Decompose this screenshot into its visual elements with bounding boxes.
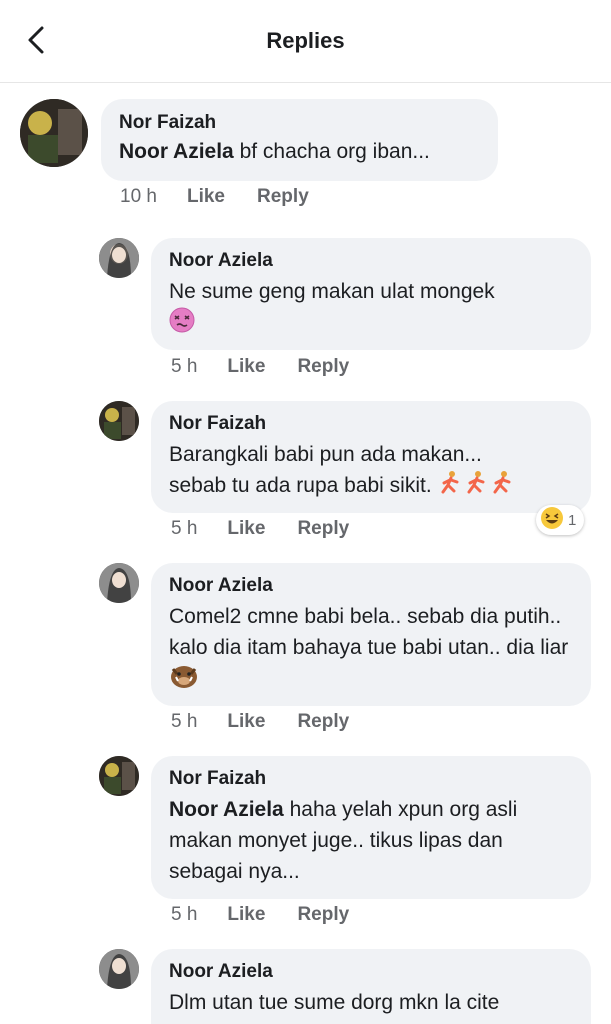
timestamp: 5 h <box>171 356 198 377</box>
like-button[interactable]: Like <box>227 904 265 926</box>
comment-meta: 5 h Like Reply <box>171 356 381 378</box>
reaction-badge[interactable]: 1 <box>536 505 585 535</box>
comment-author[interactable]: Noor Aziela <box>169 250 573 272</box>
comment-bubble: Noor Aziela Ne sume geng makan ulat mong… <box>151 238 591 350</box>
comment-meta: 5 h Like Reply <box>171 904 381 926</box>
like-button[interactable]: Like <box>227 518 265 540</box>
like-button[interactable]: Like <box>227 356 265 378</box>
comment-meta: 10 h Like Reply <box>120 186 341 208</box>
comment-bubble: Nor Faizah Noor Aziela haha yelah xpun o… <box>151 756 591 899</box>
mention-link[interactable]: Noor Aziela <box>169 798 284 821</box>
like-button[interactable]: Like <box>187 186 225 208</box>
comment-author[interactable]: Nor Faizah <box>169 413 573 435</box>
reaction-count: 1 <box>568 511 577 529</box>
avatar[interactable] <box>20 99 88 167</box>
timestamp: 5 h <box>171 904 198 925</box>
timestamp: 5 h <box>171 518 198 539</box>
boar-emoji <box>169 663 199 698</box>
mention-link[interactable]: Noor Aziela <box>119 140 234 163</box>
reply-button[interactable]: Reply <box>297 904 349 926</box>
timestamp: 10 h <box>120 186 157 207</box>
reply-button[interactable]: Reply <box>257 186 309 208</box>
avatar[interactable] <box>99 238 139 278</box>
haha-reaction-icon <box>540 506 564 534</box>
like-button[interactable]: Like <box>227 711 265 733</box>
comment-author[interactable]: Nor Faizah <box>169 768 573 790</box>
dizzy-face-emoji <box>169 307 195 342</box>
page-title: Replies <box>266 28 345 53</box>
avatar[interactable] <box>99 563 139 603</box>
comment-text: Ne sume geng makan ulat mongek <box>169 276 573 342</box>
comment-meta: 5 h Like Reply <box>171 711 381 733</box>
timestamp: 5 h <box>171 711 198 732</box>
comment-text: Noor Aziela haha yelah xpun org asli mak… <box>169 798 518 883</box>
avatar[interactable] <box>99 756 139 796</box>
comment-author[interactable]: Noor Aziela <box>169 961 573 983</box>
comment-text: Barangkali babi pun ada makan... sebab t… <box>169 439 573 503</box>
comment-author[interactable]: Nor Faizah <box>119 112 480 134</box>
avatar[interactable] <box>99 949 139 989</box>
reply-button[interactable]: Reply <box>297 711 349 733</box>
comment-bubble: Noor Aziela Dlm utan tue sume dorg mkn l… <box>151 949 591 1024</box>
running-man-emoji <box>438 470 516 503</box>
comment-text: Dlm utan tue sume dorg mkn la cite <box>169 991 500 1014</box>
reply-button[interactable]: Reply <box>297 356 349 378</box>
comment-author[interactable]: Noor Aziela <box>169 575 573 597</box>
comment-meta: 5 h Like Reply <box>171 518 381 540</box>
comment-bubble: Noor Aziela Comel2 cmne babi bela.. seba… <box>151 563 591 706</box>
comment-bubble: Nor Faizah Barangkali babi pun ada makan… <box>151 401 591 513</box>
comment-text: Comel2 cmne babi bela.. sebab dia putih.… <box>169 601 573 698</box>
avatar[interactable] <box>99 401 139 441</box>
reply-button[interactable]: Reply <box>297 518 349 540</box>
top-bar: Replies <box>0 0 611 83</box>
comment-text: Noor Aziela bf chacha org iban... <box>119 140 430 163</box>
comment-bubble: Nor Faizah Noor Aziela bf chacha org iba… <box>101 99 498 181</box>
